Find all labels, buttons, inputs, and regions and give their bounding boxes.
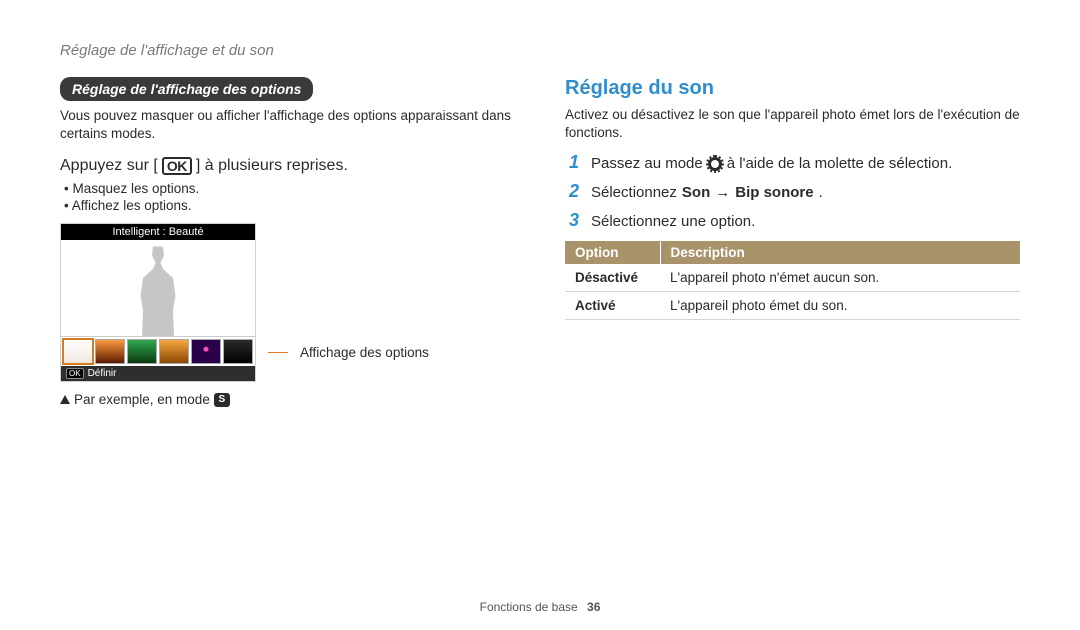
section-pill: Réglage de l'affichage des options [60,77,313,101]
table-row: Désactivé L'appareil photo n'émet aucun … [565,264,1020,292]
intro-text: Activez ou désactivez le son que l'appar… [565,106,1020,142]
step-text-post: à l'aide de la molette de sélection. [727,155,953,172]
camera-bottom-bar: OK Définir [61,366,255,381]
step-text-pre: Sélectionnez [591,184,677,201]
step-number: 1 [565,152,579,173]
cell-option: Désactivé [565,264,660,292]
step-text-post: . [819,184,823,201]
camera-preview: Intelligent : Beauté OK Définir [60,223,256,382]
table-header-description: Description [660,241,1020,264]
step-text-pre: Sélectionnez une option. [591,213,755,230]
cell-option: Activé [565,292,660,320]
table-row: Activé L'appareil photo émet du son. [565,292,1020,320]
gear-icon [708,157,722,171]
thumbnail-selected [63,339,93,364]
page-footer: Fonctions de base 36 [0,600,1080,614]
thumbnail [191,339,221,364]
ok-chip-icon: OK [66,368,84,379]
example-text: Par exemple, en mode [74,392,210,407]
camera-bottom-label: Définir [88,368,117,379]
thumbnail [127,339,157,364]
footer-section: Fonctions de base [480,600,578,614]
step-1: 1 Passez au mode à l'aide de la molette … [565,152,1020,173]
callout-label: Affichage des options [300,345,429,360]
step-3: 3 Sélectionnez une option. [565,210,1020,231]
subject-silhouette-icon [133,246,183,336]
mode-s-icon: S [214,393,230,407]
left-column: Réglage de l'affichage des options Vous … [60,77,515,407]
camera-mode-label: Intelligent : Beauté [61,224,255,240]
triangle-up-icon [60,395,70,404]
thumbnail [223,339,253,364]
page-number: 36 [587,600,600,614]
instruction-line: Appuyez sur [ OK ] à plusieurs reprises. [60,157,515,175]
options-table: Option Description Désactivé L'appareil … [565,241,1020,320]
arrow-icon: → [715,184,730,201]
instruction-pre: Appuyez sur [ [60,157,158,175]
step-bold-2: Bip sonore [735,184,813,201]
example-note: Par exemple, en mode S [60,392,515,407]
right-column: Réglage du son Activez ou désactivez le … [565,77,1020,407]
thumbnail [95,339,125,364]
bullet-list: Masquez les options. Affichez les option… [60,181,515,213]
step-number: 2 [565,181,579,202]
step-2: 2 Sélectionnez Son → Bip sonore. [565,181,1020,202]
cell-desc: L'appareil photo émet du son. [660,292,1020,320]
cell-desc: L'appareil photo n'émet aucun son. [660,264,1020,292]
step-number: 3 [565,210,579,231]
page-header: Réglage de l'affichage et du son [60,42,1020,59]
callout-line-icon [268,352,288,353]
instruction-post: ] à plusieurs reprises. [196,157,348,175]
intro-text: Vous pouvez masquer ou afficher l'affich… [60,107,515,143]
ok-key-icon: OK [162,157,192,175]
camera-viewfinder [61,240,255,336]
list-item: Masquez les options. [64,181,515,196]
option-thumbnail-row [61,336,255,366]
list-item: Affichez les options. [64,198,515,213]
step-bold-1: Son [682,184,710,201]
thumbnail [159,339,189,364]
step-text-pre: Passez au mode [591,155,703,172]
section-title: Réglage du son [565,77,1020,100]
table-header-option: Option [565,241,660,264]
step-list: 1 Passez au mode à l'aide de la molette … [565,152,1020,231]
